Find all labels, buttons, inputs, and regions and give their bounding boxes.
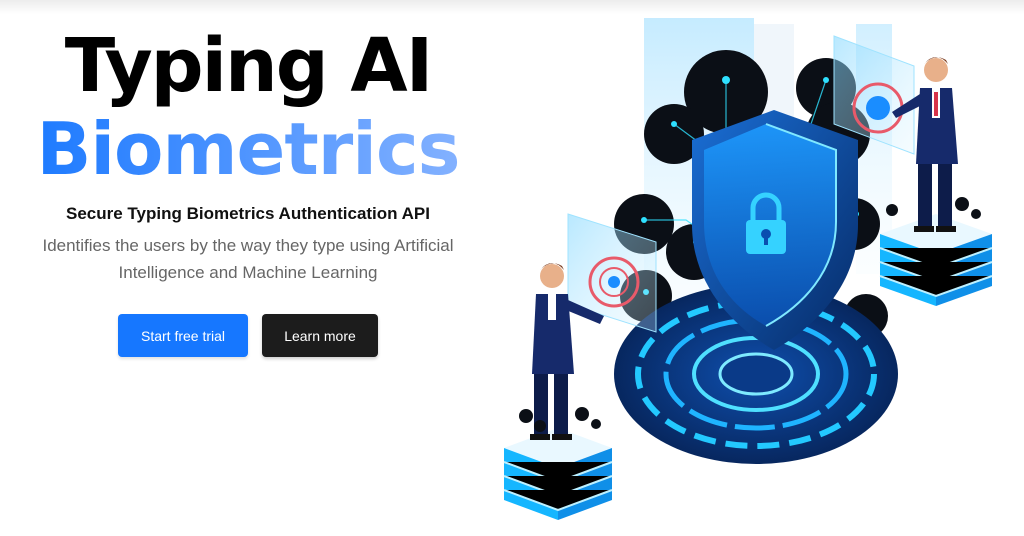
top-shadow bbox=[0, 0, 1024, 14]
start-free-trial-button[interactable]: Start free trial bbox=[118, 314, 248, 357]
hero-title-line2: Biometrics bbox=[0, 108, 496, 190]
hero-buttons: Start free trial Learn more bbox=[0, 314, 496, 357]
security-illustration bbox=[496, 14, 1016, 528]
pedestal-left bbox=[503, 428, 613, 520]
hero-subtitle: Secure Typing Biometrics Authentication … bbox=[66, 204, 430, 223]
hero-section: Typing AI Biometrics Secure Typing Biome… bbox=[0, 20, 496, 357]
hero-title-line1: Typing AI bbox=[64, 23, 434, 109]
learn-more-button[interactable]: Learn more bbox=[262, 314, 378, 357]
illustration-svg bbox=[503, 18, 993, 520]
hero-description: Identifies the users by the way they typ… bbox=[42, 236, 454, 282]
